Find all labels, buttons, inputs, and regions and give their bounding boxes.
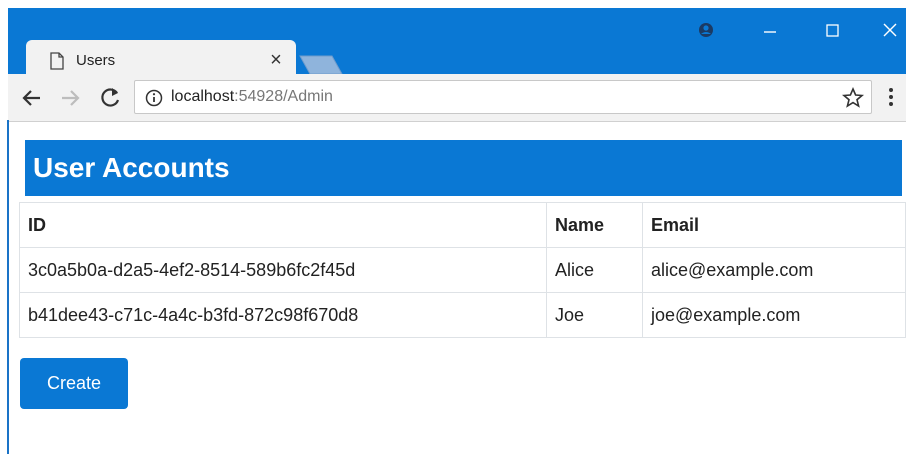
- info-icon[interactable]: [145, 89, 163, 107]
- cell-id: 3c0a5b0a-d2a5-4ef2-8514-589b6fc2f45d: [19, 247, 547, 293]
- page-title: User Accounts: [25, 140, 902, 196]
- profile-icon[interactable]: [686, 20, 726, 52]
- url-text: localhost:54928/Admin: [171, 88, 333, 106]
- cell-email: alice@example.com: [642, 247, 906, 293]
- url-host: localhost: [171, 88, 235, 105]
- menu-icon[interactable]: [886, 86, 896, 110]
- reload-icon[interactable]: [96, 84, 124, 112]
- users-table: ID Name Email 3c0a5b0a-d2a5-4ef2-8514-58…: [19, 202, 906, 338]
- cell-name: Alice: [546, 247, 643, 293]
- browser-toolbar: localhost:54928/Admin: [8, 74, 906, 122]
- column-header-email: Email: [642, 202, 906, 248]
- close-icon[interactable]: ×: [264, 48, 288, 72]
- close-window-icon[interactable]: [870, 20, 906, 52]
- window-border: [7, 120, 9, 454]
- star-icon[interactable]: [841, 86, 865, 110]
- create-button[interactable]: Create: [20, 358, 128, 409]
- tab-title: Users: [76, 52, 116, 69]
- cell-id: b41dee43-c71c-4a4c-b3fd-872c98f670d8: [19, 292, 547, 338]
- title-bar: Users ×: [8, 8, 906, 82]
- minimize-icon[interactable]: [750, 20, 790, 52]
- table-row: b41dee43-c71c-4a4c-b3fd-872c98f670d8 Joe…: [19, 292, 906, 338]
- table-row: 3c0a5b0a-d2a5-4ef2-8514-589b6fc2f45d Ali…: [19, 247, 906, 293]
- forward-arrow-icon[interactable]: [56, 84, 84, 112]
- column-header-name: Name: [546, 202, 643, 248]
- column-header-id: ID: [19, 202, 547, 248]
- cell-name: Joe: [546, 292, 643, 338]
- browser-window: Users × localhost:54928/Admin User Accou…: [0, 0, 906, 454]
- cell-email: joe@example.com: [642, 292, 906, 338]
- page-content: User Accounts ID Name Email 3c0a5b0a-d2a…: [9, 122, 906, 454]
- back-arrow-icon[interactable]: [18, 84, 46, 112]
- address-bar[interactable]: localhost:54928/Admin: [134, 80, 872, 114]
- table-header-row: ID Name Email: [19, 202, 906, 248]
- document-icon: [50, 52, 64, 70]
- maximize-icon[interactable]: [812, 20, 852, 52]
- url-path: :54928/Admin: [234, 88, 333, 105]
- new-tab-button[interactable]: [298, 54, 344, 76]
